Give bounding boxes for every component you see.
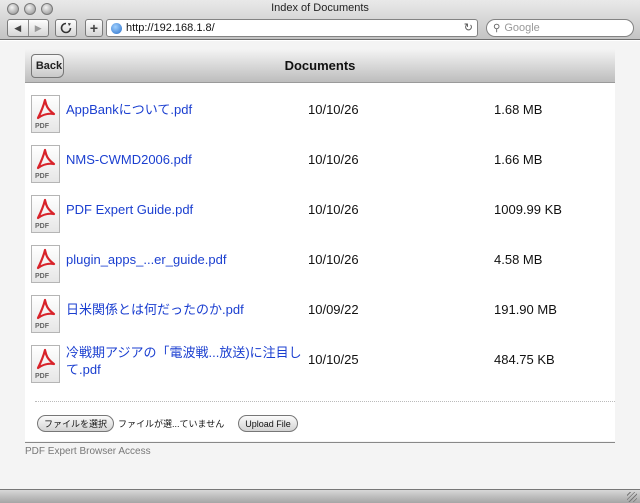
pdf-tag: PDF [35,123,49,130]
file-name-link[interactable]: AppBankについて.pdf [66,101,304,118]
file-size: 1.68 MB [494,102,543,117]
search-icon: ⚲ [493,22,501,34]
file-name-link[interactable]: plugin_apps_...er_guide.pdf [66,251,304,268]
pdf-tag: PDF [35,223,49,230]
file-date: 10/10/26 [308,202,359,217]
pdf-file-icon[interactable]: PDF [31,345,60,383]
file-date: 10/10/26 [308,152,359,167]
add-bookmark-button[interactable]: + [85,19,103,37]
globe-icon [111,22,122,34]
documents-navbar: Documents Back [25,49,615,83]
reload-icon[interactable]: ↻ [464,21,473,34]
pdf-tag: PDF [35,173,49,180]
file-row[interactable]: PDF 日米関係とは何だったのか.pdf 10/09/22 191.90 MB [25,292,615,342]
browser-window: Index of Documents ◀ ▶ + http://192.168.… [0,0,640,503]
pdf-file-icon[interactable]: PDF [31,245,60,283]
file-size: 191.90 MB [494,302,557,317]
back-forward-group: ◀ ▶ [7,19,49,37]
upload-form: ファイルを選択 ファイルが選...ていません Upload File [37,415,298,432]
file-list: PDF AppBankについて.pdf 10/10/26 1.68 MB PDF… [25,92,615,392]
browser-forward-button[interactable]: ▶ [27,20,49,36]
file-date: 10/09/22 [308,302,359,317]
choose-file-button[interactable]: ファイルを選択 [37,415,115,432]
file-date: 10/10/26 [308,252,359,267]
file-size: 484.75 KB [494,352,555,367]
pdf-file-icon[interactable]: PDF [31,95,60,133]
address-bar[interactable]: http://192.168.1.8/ ↻ [106,19,478,37]
file-row[interactable]: PDF PDF Expert Guide.pdf 10/10/26 1009.9… [25,192,615,242]
file-row[interactable]: PDF NMS-CWMD2006.pdf 10/10/26 1.66 MB [25,142,615,192]
pdf-tag: PDF [35,273,49,280]
upload-file-button[interactable]: Upload File [238,415,298,432]
footer-text: PDF Expert Browser Access [25,446,151,457]
search-placeholder: Google [504,22,540,34]
address-text: http://192.168.1.8/ [126,22,215,34]
page-title: Documents [284,58,356,73]
browser-back-button[interactable]: ◀ [8,20,28,36]
file-name-link[interactable]: 日米関係とは何だったのか.pdf [66,301,304,318]
window-title: Index of Documents [271,2,369,14]
no-file-label: ファイルが選...ていません [118,419,225,429]
file-size: 1.66 MB [494,152,543,167]
file-name-link[interactable]: PDF Expert Guide.pdf [66,201,304,218]
file-size: 4.58 MB [494,252,543,267]
pdf-tag: PDF [35,323,49,330]
divider [35,401,615,402]
snapback-button[interactable] [55,19,77,37]
pdf-file-icon[interactable]: PDF [31,195,60,233]
pdf-file-icon[interactable]: PDF [31,145,60,183]
resize-grip-icon[interactable] [627,492,637,502]
pdf-file-icon[interactable]: PDF [31,295,60,333]
file-size: 1009.99 KB [494,202,562,217]
file-date: 10/10/26 [308,102,359,117]
file-row[interactable]: PDF 冷戦期アジアの「電波戦...放送)に注目して.pdf 10/10/25 … [25,342,615,392]
back-button[interactable]: Back [31,54,64,78]
status-bar [0,489,640,503]
snapback-icon [60,22,72,34]
file-name-link[interactable]: NMS-CWMD2006.pdf [66,151,304,168]
file-row[interactable]: PDF AppBankについて.pdf 10/10/26 1.68 MB [25,92,615,142]
pdf-tag: PDF [35,373,49,380]
file-name-link[interactable]: 冷戦期アジアの「電波戦...放送)に注目して.pdf [66,344,304,378]
search-field[interactable]: ⚲ Google [486,19,634,37]
page-content: Documents Back PDF AppBankについて.pdf 10/10… [0,41,640,489]
file-row[interactable]: PDF plugin_apps_...er_guide.pdf 10/10/26… [25,242,615,292]
file-date: 10/10/25 [308,352,359,367]
browser-toolbar: Index of Documents ◀ ▶ + http://192.168.… [0,0,640,40]
footer-rule [25,442,615,443]
documents-panel: Documents Back PDF AppBankについて.pdf 10/10… [25,49,615,441]
